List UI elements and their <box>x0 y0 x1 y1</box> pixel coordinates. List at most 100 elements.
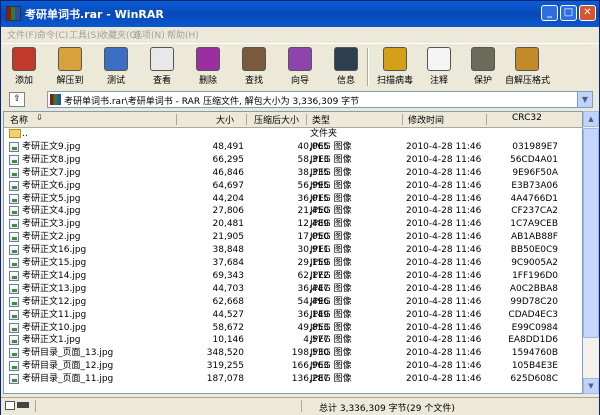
file-row[interactable]: 考研正文9.jpg 48,491 40,065 JPEG 图像 2010-4-28 11… <box>4 141 582 153</box>
column-header: 名称 ⇩ 大小 压缩后大小 类型 修改时间 CRC32 <box>4 112 582 128</box>
cell-type: JPEG 图像 <box>310 322 352 333</box>
file-row[interactable]: 考研目录_页面_12.jpg 319,255 166,963 JPEG 图像 2010-… <box>4 360 582 372</box>
file-row[interactable]: 考研正文11.jpg 44,527 36,149 JPEG 图像 2010-4-28 1… <box>4 309 582 321</box>
menu-item-5[interactable]: 帮助(H) <box>167 28 199 41</box>
toolbar-button-8[interactable]: 扫描病毒 <box>373 45 417 89</box>
menu-item-4[interactable]: 选项(N) <box>133 28 165 41</box>
sfx-icon <box>515 47 539 71</box>
cell-size: 44,204 <box>212 193 245 204</box>
cell-crc: CDAD4EC3 <box>508 309 558 320</box>
toolbar-button-0[interactable]: 添加 <box>5 45 43 89</box>
scroll-thumb[interactable] <box>583 128 599 338</box>
file-row[interactable]: 考研正文3.jpg 20,481 12,489 JPEG 图像 2010-4-28 11… <box>4 218 582 230</box>
toolbar-label: 向导 <box>290 76 309 86</box>
file-row[interactable]: 考研正文6.jpg 64,697 56,995 JPEG 图像 2010-4-28 11… <box>4 180 582 192</box>
menu-item-1[interactable]: 命令(C) <box>37 28 68 41</box>
toolbar-button-2[interactable]: 测试 <box>97 45 135 89</box>
file-row[interactable]: 考研正文12.jpg 62,668 54,496 JPEG 图像 2010-4-28 1… <box>4 296 582 308</box>
column-name[interactable]: 名称 <box>10 113 28 126</box>
cell-crc: AB1AB88F <box>510 232 558 243</box>
jpeg-file-icon <box>9 283 19 294</box>
maximize-button[interactable]: □ <box>560 5 577 21</box>
cell-date: 2010-4-28 11:46 <box>406 167 482 178</box>
scroll-down-button[interactable]: ▼ <box>583 378 599 394</box>
menu-bar: 文件(F) 命令(C) 工具(S) 收藏夹(O) 选项(N) 帮助(H) <box>1 27 599 43</box>
file-row[interactable]: 考研正文10.jpg 58,672 49,853 JPEG 图像 2010-4-28 1… <box>4 322 582 334</box>
path-combo[interactable]: 考研单词书.rar\考研单词书 - RAR 压缩文件, 解包大小为 3,336,… <box>47 91 593 108</box>
jpeg-file-icon <box>9 167 19 178</box>
cell-date: 2010-4-28 11:46 <box>406 283 482 294</box>
toolbar-button-1[interactable]: 解压到 <box>51 45 89 89</box>
cell-size: 10,146 <box>212 335 245 346</box>
cell-size: 69,343 <box>212 270 245 281</box>
cell-size: 44,527 <box>212 309 245 320</box>
toolbar-button-9[interactable]: 注释 <box>417 45 461 89</box>
cell-crc: 031989E7 <box>512 141 558 152</box>
minimize-button[interactable]: _ <box>541 5 558 21</box>
file-row[interactable]: 考研目录_页面_13.jpg 348,520 198,530 JPEG 图像 2010-… <box>4 347 582 359</box>
cell-type: JPEG 图像 <box>310 193 352 204</box>
archive-icon <box>50 94 61 105</box>
column-modified[interactable]: 修改时间 <box>408 113 444 126</box>
jpeg-file-icon <box>9 245 19 256</box>
cell-date: 2010-4-28 11:46 <box>406 193 482 204</box>
cell-date: 2010-4-28 11:46 <box>406 245 482 256</box>
file-row[interactable]: 考研正文1.jpg 10,146 4,577 JPEG 图像 2010-4-28 11:… <box>4 334 582 346</box>
cell-name: 考研正文13.jpg <box>22 283 87 294</box>
jpeg-file-icon <box>9 296 19 307</box>
file-row[interactable]: 考研正文2.jpg 21,905 17,050 JPEG 图像 2010-4-28 11… <box>4 231 582 243</box>
vertical-scrollbar[interactable]: ▲ ▼ <box>583 111 599 394</box>
cell-size: 37,684 <box>212 258 245 268</box>
cell-crc: 9C9005A2 <box>511 258 558 268</box>
file-row[interactable]: 考研正文13.jpg 44,703 36,447 JPEG 图像 2010-4-28 1… <box>4 283 582 295</box>
title-bar[interactable]: 考研单词书.rar - WinRAR _ □ ✕ <box>1 1 599 27</box>
extract-icon <box>58 47 82 71</box>
jpeg-file-icon <box>9 361 19 372</box>
cell-name: 考研正文2.jpg <box>22 232 81 243</box>
toolbar-button-4[interactable]: 删除 <box>189 45 227 89</box>
file-row[interactable]: 考研正文7.jpg 46,846 38,335 JPEG 图像 2010-4-28 11… <box>4 167 582 179</box>
cell-date: 2010-4-28 11:46 <box>406 258 482 268</box>
scroll-up-button[interactable]: ▲ <box>583 111 599 127</box>
sort-down-icon: ⇩ <box>36 113 43 122</box>
cell-date: 2010-4-28 11:46 <box>406 335 482 346</box>
column-crc32[interactable]: CRC32 <box>512 113 542 123</box>
toolbar-button-6[interactable]: 向导 <box>281 45 319 89</box>
chevron-down-icon[interactable]: ▼ <box>577 92 592 107</box>
toolbar-label: 自解压格式 <box>505 76 551 86</box>
drive-icon[interactable] <box>5 401 15 410</box>
protect-icon <box>471 47 495 71</box>
toolbar-button-3[interactable]: 查看 <box>143 45 181 89</box>
cell-name: 考研正文14.jpg <box>22 270 87 281</box>
toolbar-button-5[interactable]: 查找 <box>235 45 273 89</box>
winrar-app-icon[interactable] <box>6 6 21 21</box>
column-size[interactable]: 大小 <box>216 113 234 126</box>
file-row[interactable]: 考研正文5.jpg 44,204 36,015 JPEG 图像 2010-4-28 11… <box>4 193 582 205</box>
menu-item-2[interactable]: 工具(S) <box>69 28 100 41</box>
file-row[interactable]: 考研正文14.jpg 69,343 62,172 JPEG 图像 2010-4-28 1… <box>4 270 582 282</box>
toolbar-button-10[interactable]: 保护 <box>461 45 505 89</box>
cell-type: JPEG 图像 <box>310 206 352 217</box>
column-type[interactable]: 类型 <box>312 113 330 126</box>
file-row[interactable]: .. 文件夹 <box>4 128 582 140</box>
cell-type: JPEG 图像 <box>310 167 352 178</box>
cell-date: 2010-4-28 11:46 <box>406 219 482 230</box>
file-row[interactable]: 考研正文16.jpg 38,848 30,911 JPEG 图像 2010-4-28 1… <box>4 244 582 256</box>
toolbar-button-11[interactable]: 自解压格式 <box>505 45 551 89</box>
cell-date: 2010-4-28 11:46 <box>406 374 482 385</box>
close-button[interactable]: ✕ <box>579 5 596 21</box>
address-bar: ⇧ 考研单词书.rar\考研单词书 - RAR 压缩文件, 解包大小为 3,33… <box>1 90 599 110</box>
cell-date: 2010-4-28 11:46 <box>406 361 482 372</box>
file-row[interactable]: 考研目录_页面_11.jpg 187,078 136,287 JPEG 图像 2010-… <box>4 373 582 385</box>
cell-date: 2010-4-28 11:46 <box>406 206 482 217</box>
toolbar-button-7[interactable]: 信息 <box>327 45 365 89</box>
cell-size: 187,078 <box>206 374 244 385</box>
file-row[interactable]: 考研正文8.jpg 66,295 58,313 JPEG 图像 2010-4-28 11… <box>4 154 582 166</box>
file-row[interactable]: 考研正文15.jpg 37,684 29,159 JPEG 图像 2010-4-28 1… <box>4 257 582 269</box>
key-icon[interactable] <box>17 402 29 408</box>
file-row[interactable]: 考研正文4.jpg 27,806 21,450 JPEG 图像 2010-4-28 11… <box>4 205 582 217</box>
up-folder-button[interactable]: ⇧ <box>9 92 25 107</box>
column-packed[interactable]: 压缩后大小 <box>254 113 299 126</box>
cell-type: JPEG 图像 <box>310 361 352 372</box>
menu-item-0[interactable]: 文件(F) <box>7 28 37 41</box>
